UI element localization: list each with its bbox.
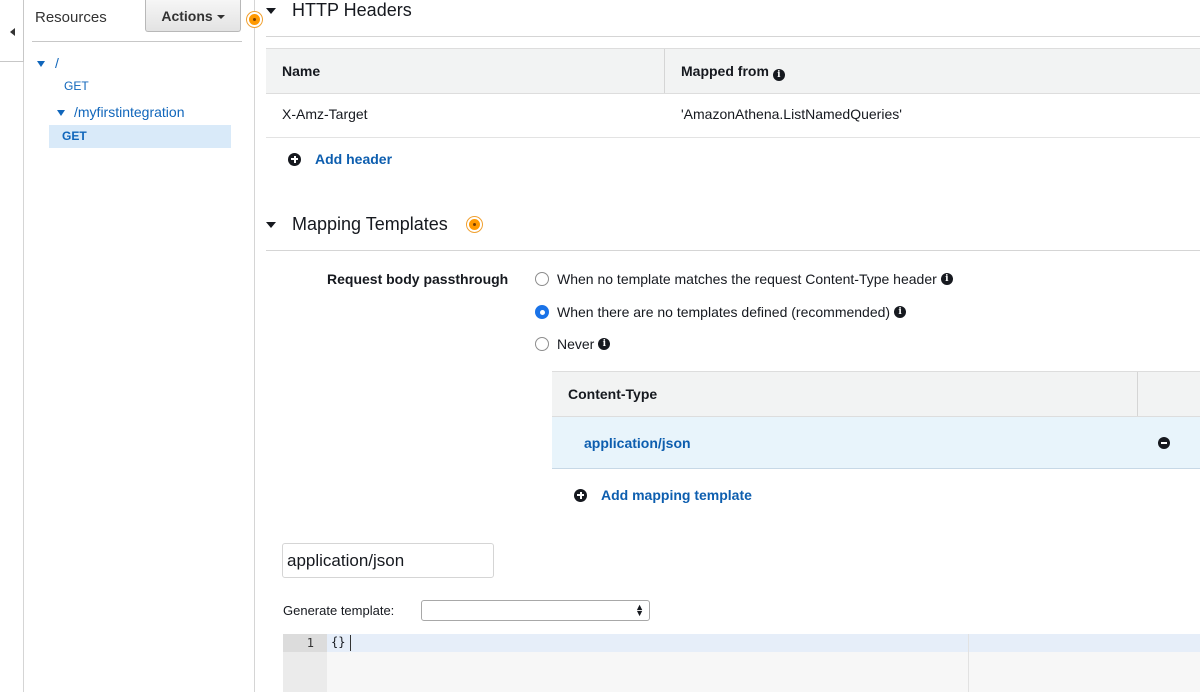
add-header-label: Add header — [315, 151, 393, 167]
table-header: Name Mapped from i — [266, 48, 1200, 94]
info-icon[interactable]: i — [940, 273, 953, 285]
header-name-cell: X-Amz-Target — [282, 106, 368, 122]
expand-child-icon[interactable] — [57, 110, 65, 116]
table-header: Content-Type — [552, 371, 1200, 417]
passthrough-label: Request body passthrough — [327, 271, 509, 287]
plus-circle-icon — [574, 488, 587, 502]
print-margin — [968, 634, 969, 692]
generate-template-label: Generate template: — [283, 603, 395, 618]
option-label: When no template matches the request Con… — [557, 271, 937, 287]
add-mapping-template-button[interactable]: Add mapping template — [574, 487, 752, 503]
plus-circle-icon — [288, 152, 301, 166]
resources-divider — [32, 41, 242, 42]
collapse-arrow-icon — [10, 28, 15, 36]
chevron-down-icon — [216, 14, 225, 19]
active-line-highlight — [327, 634, 1200, 652]
content-type-row[interactable]: application/json — [552, 417, 1200, 469]
column-content-type: Content-Type — [552, 372, 1138, 416]
generate-template-select[interactable]: ▲ ▼ — [421, 600, 650, 621]
http-headers-title: HTTP Headers — [292, 0, 412, 20]
select-arrows-icon: ▲ ▼ — [635, 602, 644, 618]
sidebar-collapse-tab[interactable] — [0, 0, 24, 62]
tree-root-get[interactable]: GET — [64, 79, 89, 93]
tree-child-path[interactable]: /myfirstintegration — [74, 104, 184, 120]
tree-child-get-selected[interactable]: GET — [49, 125, 231, 148]
radio-button[interactable] — [535, 272, 549, 286]
radio-button-selected[interactable] — [535, 305, 549, 319]
info-icon[interactable]: i — [598, 338, 611, 350]
text-cursor — [350, 635, 351, 651]
tree-child-get: GET — [62, 129, 87, 143]
remove-circle-icon[interactable] — [1158, 437, 1170, 449]
collapse-http-headers-icon[interactable] — [266, 8, 276, 14]
resources-title: Resources — [35, 9, 107, 26]
passthrough-option-no-templates[interactable]: When there are no templates defined (rec… — [535, 304, 907, 320]
status-dot-icon — [247, 12, 262, 27]
resources-panel: Resources Actions / GET /myfirstintegrat… — [24, 0, 255, 692]
status-dot-icon — [467, 217, 482, 232]
content-type-link[interactable]: application/json — [552, 417, 691, 468]
mapping-templates-title: Mapping Templates — [292, 214, 448, 234]
add-header-button[interactable]: Add header — [288, 151, 392, 167]
content-type-input[interactable]: application/json — [282, 543, 494, 578]
mapping-templates-rule — [266, 250, 1200, 251]
http-headers-rule — [266, 36, 1200, 37]
actions-label: Actions — [161, 7, 213, 24]
expand-root-icon[interactable] — [37, 61, 45, 67]
add-mapping-template-label: Add mapping template — [601, 487, 752, 503]
info-icon[interactable]: i — [772, 69, 785, 81]
code-text[interactable]: {} — [331, 635, 345, 649]
header-mapped-from-cell: 'AmazonAthena.ListNamedQueries' — [681, 106, 902, 122]
column-mapped-from: Mapped from i — [665, 49, 1200, 93]
radio-button[interactable] — [535, 337, 549, 351]
option-label: When there are no templates defined (rec… — [557, 304, 891, 320]
line-number: 1 — [283, 634, 327, 652]
collapse-mapping-templates-icon[interactable] — [266, 222, 276, 228]
passthrough-option-when-no-match[interactable]: When no template matches the request Con… — [535, 271, 953, 287]
http-headers-table: Name Mapped from i X-Amz-Target 'AmazonAt… — [266, 48, 1200, 138]
column-name: Name — [266, 49, 665, 93]
tree-root-path[interactable]: / — [55, 55, 59, 71]
option-label: Never — [557, 336, 595, 352]
table-row[interactable]: X-Amz-Target 'AmazonAthena.ListNamedQuer… — [266, 94, 1200, 138]
info-icon[interactable]: i — [894, 306, 907, 318]
content-type-table: Content-Type application/json — [552, 371, 1200, 469]
actions-button[interactable]: Actions — [145, 0, 241, 32]
template-code-editor[interactable]: 1 {} — [283, 634, 1200, 692]
column-mapped-from-label: Mapped from — [681, 63, 769, 79]
passthrough-option-never[interactable]: Never i — [535, 336, 611, 352]
